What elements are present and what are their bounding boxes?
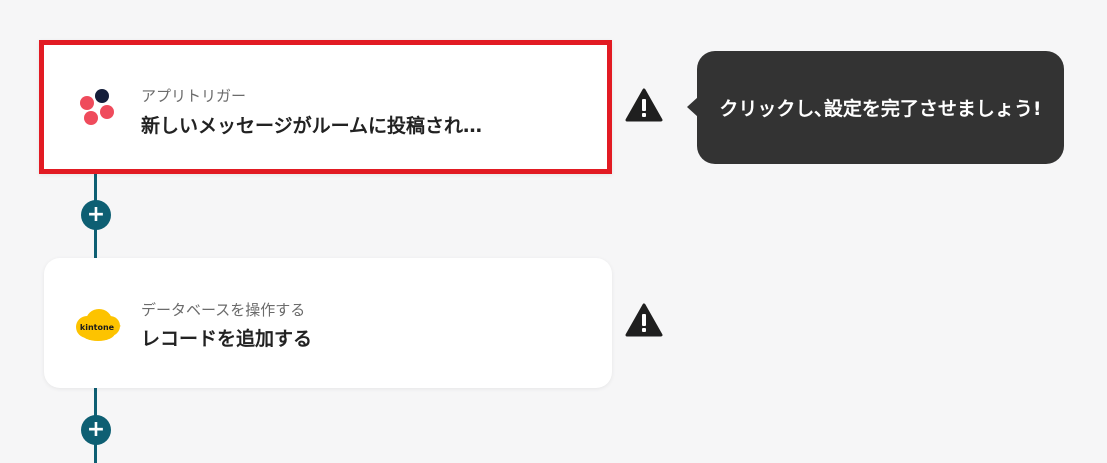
warning-triangle-icon — [625, 303, 663, 337]
step-category-label: データベースを操作する — [141, 301, 306, 319]
add-step-button[interactable]: + — [81, 200, 111, 230]
step-title: 新しいメッセージがルームに投稿され… — [141, 115, 483, 137]
trigger-step-card[interactable]: アプリトリガー 新しいメッセージがルームに投稿され… — [39, 40, 612, 174]
plus-icon: + — [86, 202, 106, 227]
add-step-button[interactable]: + — [81, 415, 111, 445]
warning-triangle-icon — [625, 88, 663, 122]
kintone-icon-text: kintone — [80, 323, 115, 332]
chatwork-icon — [75, 86, 123, 134]
plus-icon: + — [86, 417, 106, 442]
tooltip-text: クリックし､設定を完了させましょう! — [719, 98, 1042, 120]
step-title: レコードを追加する — [141, 328, 313, 350]
setup-hint-tooltip: クリックし､設定を完了させましょう! — [697, 51, 1064, 164]
kintone-icon: kintone — [74, 302, 122, 350]
action-step-card[interactable]: kintone データベースを操作する レコードを追加する — [44, 258, 612, 388]
step-category-label: アプリトリガー — [141, 87, 247, 105]
